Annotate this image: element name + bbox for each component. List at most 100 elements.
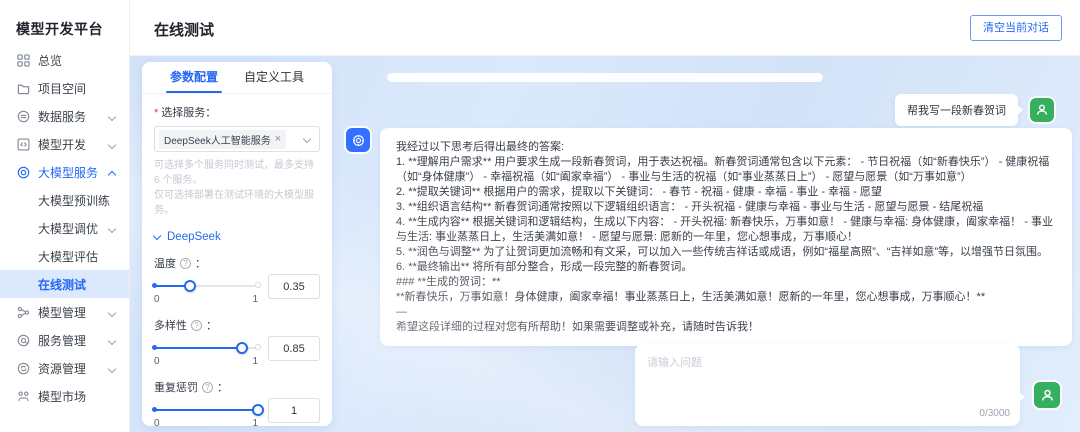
sidebar: 模型开发平台 总览 项目空间 数据服务 <box>0 0 130 432</box>
service-tag-label: DeepSeek人工智能服务 <box>164 132 271 147</box>
slider-max: 1 <box>252 356 258 367</box>
temperature-slider[interactable] <box>154 280 258 292</box>
sidebar-item-project-space[interactable]: 项目空间 <box>0 74 129 102</box>
service-helper-text: 可选择多个服务同时测试，最多支持 6 个服务。 仅可选择部署在测试环境的大模型服… <box>154 158 320 218</box>
nodes-icon <box>16 305 30 319</box>
folder-icon <box>16 81 30 95</box>
diversity-value-input[interactable]: 0.85 <box>268 336 320 361</box>
tab-custom-tools[interactable]: 自定义工具 <box>244 62 304 93</box>
model-group-label: DeepSeek <box>167 231 221 243</box>
assistant-line: 5. **润色与调整** 为了让贺词更加流畅和有文采，可以加入一些传统吉祥话或成… <box>396 245 1056 260</box>
sidebar-item-label: 总览 <box>38 52 62 69</box>
sidebar-item-label: 模型开发 <box>38 136 86 153</box>
question-input-bubble: 0/3000 <box>635 344 1020 426</box>
assistant-line: — <box>396 305 1056 320</box>
service-mgmt-icon <box>16 333 30 347</box>
sidebar-item-label: 大模型评估 <box>38 248 98 265</box>
repetition-penalty-slider[interactable] <box>154 404 258 416</box>
chevron-down-icon <box>108 365 116 373</box>
temperature-value-input[interactable]: 0.35 <box>268 274 320 299</box>
chevron-down-icon <box>108 141 116 149</box>
help-icon[interactable]: ? <box>191 320 202 331</box>
sidebar-nav: 总览 项目空间 数据服务 模型开发 <box>0 46 129 410</box>
chevron-down-icon <box>153 231 161 239</box>
slider-min: 0 <box>154 418 160 426</box>
grid-icon <box>16 53 30 67</box>
slider-min: 0 <box>154 294 160 305</box>
service-select-label: *选择服务： <box>154 104 320 120</box>
assistant-message-bubble: 我经过以下思考后得出最终的答案: 1. **理解用户需求** 用户要求生成一段新… <box>380 128 1072 346</box>
sidebar-item-label: 模型市场 <box>38 388 86 405</box>
user-message-bubble: 帮我写一段新春贺词 <box>895 94 1018 126</box>
sidebar-item-model-market[interactable]: 模型市场 <box>0 382 129 410</box>
bubble-tail <box>1019 392 1025 402</box>
sidebar-item-service-mgmt[interactable]: 服务管理 <box>0 326 129 354</box>
sidebar-item-online-test[interactable]: 在线测试 <box>0 270 129 298</box>
sidebar-item-label: 模型管理 <box>38 304 86 321</box>
sidebar-item-resource-mgmt[interactable]: 资源管理 <box>0 354 129 382</box>
sidebar-item-llm-service[interactable]: 大模型服务 <box>0 158 129 186</box>
page-title: 在线测试 <box>154 19 214 40</box>
assistant-line: 希望这段详细的过程对您有所帮助！如果需要调整或补充，请随时告诉我！ <box>396 320 1056 335</box>
question-input[interactable] <box>635 344 1020 400</box>
slider-handle[interactable] <box>236 342 248 354</box>
assistant-line: 1. **理解用户需求** 用户要求生成一段新春贺词，用于表达祝福。新春贺词通常… <box>396 155 1056 185</box>
input-row: 0/3000 <box>635 344 1060 426</box>
user-avatar <box>1030 98 1054 122</box>
assistant-avatar <box>346 128 370 152</box>
user-avatar <box>1034 382 1060 408</box>
slider-handle[interactable] <box>252 404 264 416</box>
slider-start-dot <box>152 407 157 412</box>
temperature-slider-row: 0 1 0.35 <box>154 280 320 305</box>
diversity-slider-row: 0 1 0.85 <box>154 342 320 367</box>
slider-min: 0 <box>154 356 160 367</box>
sidebar-item-overview[interactable]: 总览 <box>0 46 129 74</box>
market-icon <box>16 389 30 403</box>
llm-service-icon <box>16 165 30 179</box>
diversity-slider[interactable] <box>154 342 258 354</box>
slider-handle[interactable] <box>184 280 196 292</box>
chevron-down-icon <box>108 225 116 233</box>
sidebar-item-llm-eval[interactable]: 大模型评估 <box>0 242 129 270</box>
chevron-down-icon <box>108 309 116 317</box>
previous-message-peek <box>387 73 823 82</box>
bubble-tail <box>1017 105 1023 115</box>
service-select[interactable]: DeepSeek人工智能服务 × <box>154 126 320 152</box>
help-icon[interactable]: ? <box>180 258 191 269</box>
sidebar-item-model-mgmt[interactable]: 模型管理 <box>0 298 129 326</box>
sidebar-item-label: 大模型预训练 <box>38 192 110 209</box>
slider-start-dot <box>152 283 157 288</box>
char-counter: 0/3000 <box>979 408 1010 419</box>
user-message-text: 帮我写一段新春贺词 <box>907 105 1006 117</box>
model-group-header[interactable]: DeepSeek <box>154 231 320 243</box>
sidebar-item-llm-tuning[interactable]: 大模型调优 <box>0 214 129 242</box>
sidebar-item-data-service[interactable]: 数据服务 <box>0 102 129 130</box>
tag-close-icon[interactable]: × <box>275 134 281 145</box>
sidebar-item-label: 在线测试 <box>38 276 86 293</box>
sidebar-item-label: 项目空间 <box>38 80 86 97</box>
chevron-up-icon <box>108 171 116 179</box>
tab-param-config[interactable]: 参数配置 <box>170 62 218 93</box>
slider-end-dot <box>255 282 261 288</box>
assistant-line: 4. **生成内容** 根据关键词和逻辑结构，生成以下内容： - 开头祝福: 新… <box>396 215 1056 245</box>
assistant-line: 我经过以下思考后得出最终的答案: <box>396 140 1056 155</box>
help-icon[interactable]: ? <box>202 382 213 393</box>
sidebar-item-llm-pretrain[interactable]: 大模型预训练 <box>0 186 129 214</box>
repetition-penalty-label: 重复惩罚 ?： <box>154 379 320 395</box>
clear-conversation-button[interactable]: 清空当前对话 <box>970 15 1062 41</box>
sidebar-item-label: 大模型调优 <box>38 220 98 237</box>
required-asterisk: * <box>154 107 158 119</box>
data-service-icon <box>16 109 30 123</box>
sidebar-item-label: 服务管理 <box>38 332 86 349</box>
service-tag: DeepSeek人工智能服务 × <box>159 130 286 149</box>
slider-end-dot <box>255 344 261 350</box>
chevron-down-icon <box>108 337 116 345</box>
resource-mgmt-icon <box>16 361 30 375</box>
repetition-penalty-value-input[interactable]: 1 <box>268 398 320 423</box>
assistant-line: 6. **最终输出** 将所有部分整合，形成一段完整的新春贺词。 <box>396 260 1056 275</box>
params-body: *选择服务： DeepSeek人工智能服务 × 可选择多个服务同时测试，最多支持… <box>142 94 332 426</box>
sidebar-item-model-dev[interactable]: 模型开发 <box>0 130 129 158</box>
sidebar-item-label: 大模型服务 <box>38 164 98 181</box>
chevron-down-icon <box>303 135 311 143</box>
repetition-penalty-slider-row: 0 1 1 <box>154 404 320 426</box>
